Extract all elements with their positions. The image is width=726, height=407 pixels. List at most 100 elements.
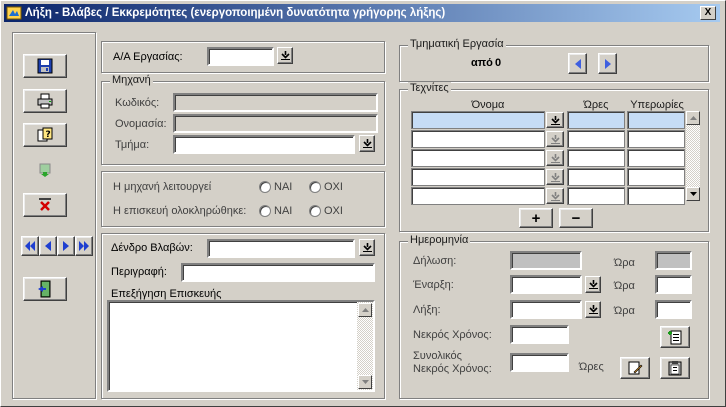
next-icon: [604, 58, 611, 69]
start-label: Έναρξη:: [413, 279, 454, 291]
dead-time-input[interactable]: [510, 325, 569, 344]
machine-legend: Μηχανή: [110, 74, 153, 86]
previous-record-icon: [45, 241, 51, 251]
print-button[interactable]: [23, 89, 67, 113]
machine-running-no-label: ΟΧΙ: [324, 181, 343, 193]
machine-code-label: Κωδικός:: [115, 97, 160, 109]
title-bar[interactable]: Λήξη - Βλάβες / Εκκρεμότητες (ενεργοποιη…: [4, 4, 720, 22]
exit-icon: [38, 280, 51, 298]
dropdown-arrow-icon: [550, 134, 560, 144]
machine-running-no-radio[interactable]: [309, 181, 321, 193]
work-id-input[interactable]: [207, 47, 274, 66]
technician-name-cell[interactable]: [411, 168, 545, 186]
scroll-down-icon: [361, 380, 369, 384]
technician-name-cell[interactable]: [411, 111, 545, 129]
technician-name-dropdown-button[interactable]: [546, 131, 564, 147]
close-button[interactable]: X: [700, 6, 716, 20]
technician-overtime-cell[interactable]: [627, 130, 685, 148]
partial-from-label: από: [471, 57, 493, 69]
add-technician-button[interactable]: +: [519, 208, 553, 228]
technician-hours-cell[interactable]: [567, 130, 625, 148]
technician-name-cell[interactable]: [411, 130, 545, 148]
technician-name-cell[interactable]: [411, 187, 545, 205]
dropdown-arrow-icon: [550, 172, 560, 182]
description-input[interactable]: [181, 263, 375, 282]
technician-hours-cell[interactable]: [567, 111, 625, 129]
partial-next-button[interactable]: [598, 53, 617, 74]
first-record-button[interactable]: [21, 236, 39, 256]
partial-previous-button[interactable]: [568, 53, 587, 74]
delete-button[interactable]: [23, 193, 67, 217]
repair-explanation-label: Επεξήγηση Επισκευής: [111, 288, 222, 300]
status-panel: [101, 171, 385, 227]
new-record-icon: [39, 163, 51, 177]
dropdown-arrow-icon: [362, 243, 372, 252]
repair-completed-no-label: ΟΧΙ: [324, 205, 343, 217]
technician-name-dropdown-button[interactable]: [546, 112, 564, 128]
repair-completed-yes-radio[interactable]: [259, 205, 271, 217]
fault-tree-dropdown-button[interactable]: [359, 239, 375, 256]
machine-section-dropdown-button[interactable]: [359, 135, 375, 152]
remove-technician-button[interactable]: −: [559, 208, 593, 228]
clipboard-button[interactable]: [660, 357, 690, 379]
declaration-time-field: [655, 251, 692, 270]
svg-text:?: ?: [46, 130, 51, 140]
start-time-label: Ώρα: [614, 280, 635, 292]
work-id-dropdown-button[interactable]: [277, 47, 293, 64]
dropdown-arrow-icon: [588, 280, 598, 289]
repair-explanation-textarea[interactable]: [107, 300, 375, 392]
scroll-up-icon: [689, 116, 697, 120]
add-dead-time-button[interactable]: [660, 326, 690, 348]
scroll-up-button[interactable]: [358, 303, 372, 317]
first-record-icon: [25, 241, 35, 251]
new-record-button[interactable]: [23, 158, 67, 182]
exit-button[interactable]: [23, 277, 67, 301]
total-dead-time-label-2: Νεκρός Χρόνος:: [413, 363, 492, 375]
scroll-down-icon: [689, 192, 697, 196]
machine-name-field: [173, 114, 378, 133]
fault-tree-input[interactable]: [207, 239, 355, 258]
fault-tree-label: Δένδρο Βλαβών:: [111, 242, 193, 254]
technician-overtime-cell[interactable]: [627, 111, 685, 129]
technicians-scroll-up-button[interactable]: [686, 111, 700, 125]
main-window: Λήξη - Βλάβες / Εκκρεμότητες (ενεργοποιη…: [0, 0, 726, 407]
technician-name-cell[interactable]: [411, 149, 545, 167]
technician-name-dropdown-button[interactable]: [546, 150, 564, 166]
end-date-dropdown-button[interactable]: [585, 301, 601, 318]
dropdown-arrow-icon: [550, 153, 560, 163]
start-time-input[interactable]: [655, 275, 692, 294]
technician-name-dropdown-button[interactable]: [546, 188, 564, 204]
repair-completed-no-radio[interactable]: [309, 205, 321, 217]
scroll-down-button[interactable]: [358, 375, 372, 389]
partial-total-value: 0: [495, 57, 502, 69]
technician-overtime-cell[interactable]: [627, 168, 685, 186]
print-icon: [37, 93, 53, 109]
window-title: Λήξη - Βλάβες / Εκκρεμότητες (ενεργοποιη…: [25, 7, 446, 19]
declaration-date-field: [510, 251, 582, 270]
edit-note-button[interactable]: [620, 357, 650, 379]
technician-hours-cell[interactable]: [567, 187, 625, 205]
previous-record-button[interactable]: [39, 236, 57, 256]
end-time-input[interactable]: [655, 300, 692, 319]
start-date-dropdown-button[interactable]: [585, 276, 601, 293]
dropdown-arrow-icon: [550, 115, 560, 125]
machine-running-yes-radio[interactable]: [259, 181, 271, 193]
machine-section-input[interactable]: [173, 135, 355, 154]
add-document-icon: [668, 330, 682, 345]
start-date-input[interactable]: [510, 275, 582, 294]
help-button[interactable]: ?: [23, 123, 67, 147]
last-record-button[interactable]: [75, 236, 93, 256]
technician-name-dropdown-button[interactable]: [546, 169, 564, 185]
column-header-overtime: Υπερωρίες: [630, 99, 684, 111]
technician-overtime-cell[interactable]: [627, 187, 685, 205]
save-button[interactable]: [23, 54, 67, 78]
technicians-scroll-down-button[interactable]: [686, 187, 700, 201]
declaration-time-label: Ώρα: [614, 257, 635, 269]
next-record-button[interactable]: [57, 236, 75, 256]
end-date-input[interactable]: [510, 300, 582, 319]
dropdown-arrow-icon: [588, 305, 598, 314]
technician-overtime-cell[interactable]: [627, 149, 685, 167]
technician-hours-cell[interactable]: [567, 149, 625, 167]
scroll-up-icon: [361, 308, 369, 312]
technician-hours-cell[interactable]: [567, 168, 625, 186]
